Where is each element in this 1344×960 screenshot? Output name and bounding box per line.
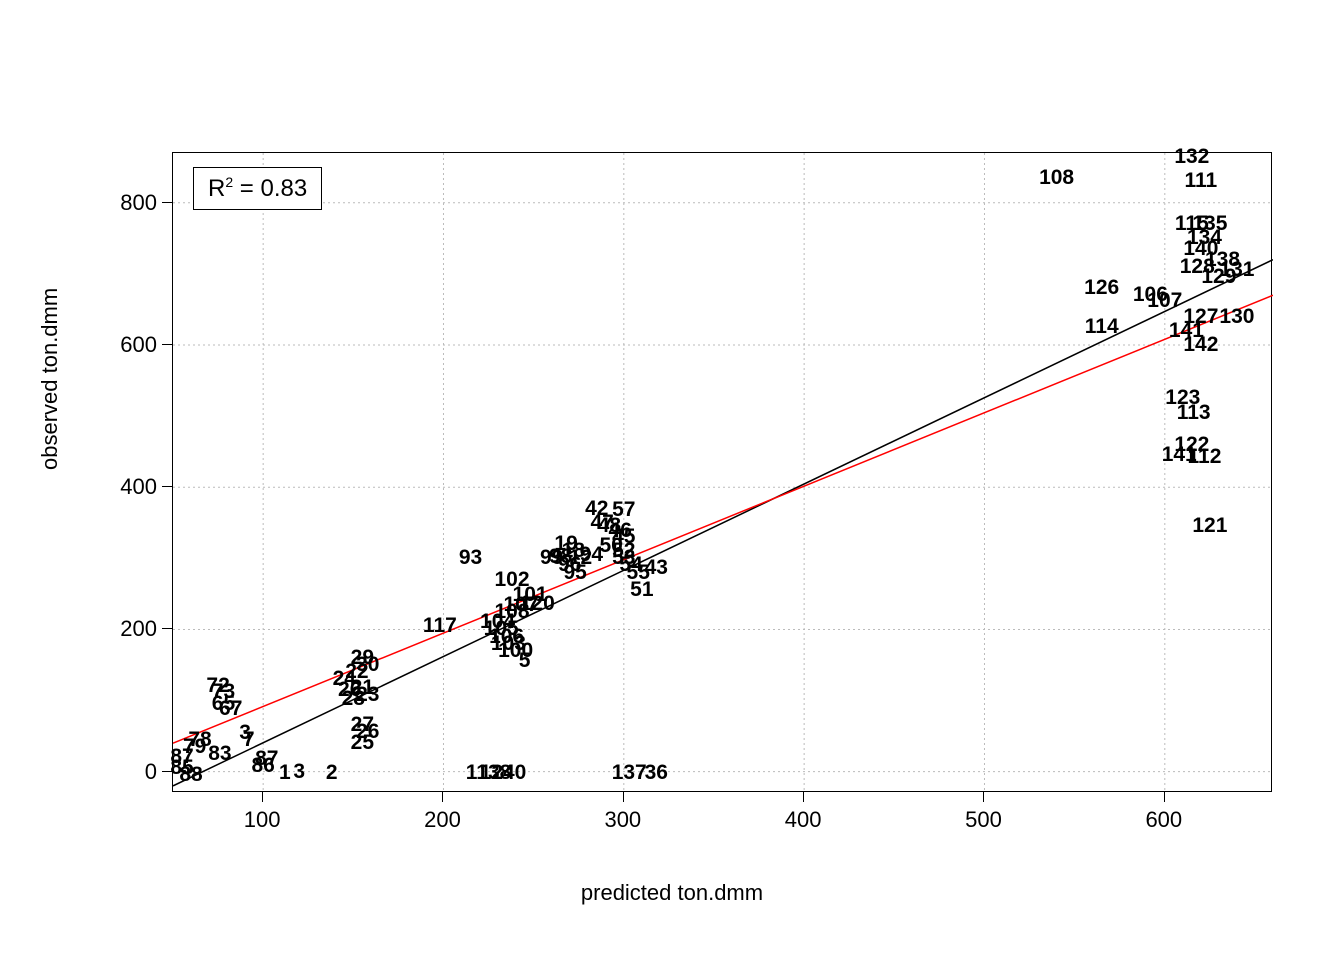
y-tick-label: 600 — [107, 332, 157, 358]
plot-svg — [173, 153, 1273, 793]
x-tick-label: 100 — [242, 807, 282, 833]
line-identity — [173, 260, 1273, 786]
y-tick-label: 0 — [107, 759, 157, 785]
y-tick-label: 800 — [107, 190, 157, 216]
x-tick — [442, 792, 443, 802]
x-tick — [262, 792, 263, 802]
x-tick-label: 600 — [1144, 807, 1184, 833]
r-squared-box: R2 = 0.83 — [193, 167, 322, 210]
plot-area: 8785887978727365678337868713224262822212… — [172, 152, 1272, 792]
x-tick-label: 200 — [422, 807, 462, 833]
y-tick — [162, 344, 172, 345]
y-tick — [162, 771, 172, 772]
x-axis-label: predicted ton.dmm — [0, 880, 1344, 906]
y-tick — [162, 486, 172, 487]
x-tick-label: 300 — [603, 807, 643, 833]
x-tick-label: 500 — [963, 807, 1003, 833]
x-tick — [623, 792, 624, 802]
y-tick — [162, 628, 172, 629]
r-squared-label: R2 = 0.83 — [208, 175, 307, 202]
x-tick — [1164, 792, 1165, 802]
y-axis-label: observed ton.dmm — [37, 288, 63, 470]
x-tick — [983, 792, 984, 802]
x-tick — [803, 792, 804, 802]
x-tick-label: 400 — [783, 807, 823, 833]
y-tick-label: 200 — [107, 616, 157, 642]
line-fit — [173, 295, 1273, 743]
y-tick — [162, 202, 172, 203]
y-tick-label: 400 — [107, 474, 157, 500]
